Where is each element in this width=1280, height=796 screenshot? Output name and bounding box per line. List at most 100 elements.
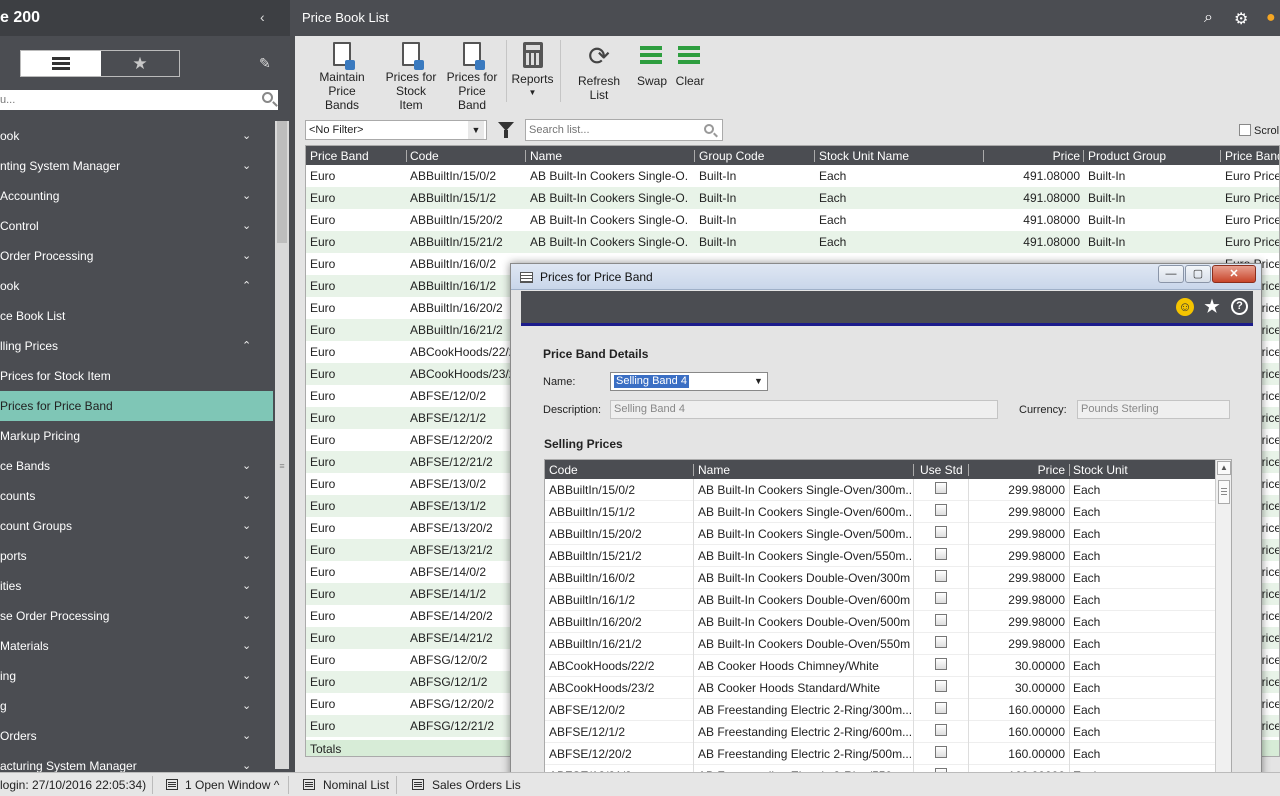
nominal-list-tab[interactable]: Nominal List <box>323 778 389 792</box>
table-row[interactable]: ABCookHoods/22/2 AB Cooker Hoods Chimney/… <box>545 655 1215 677</box>
close-button[interactable]: ✕ <box>1212 265 1256 283</box>
edit-pencil-icon[interactable]: ✎ <box>259 55 271 72</box>
sidebar-item[interactable]: ce Book List <box>0 301 273 331</box>
column-header[interactable]: Code <box>410 149 439 163</box>
column-separator[interactable] <box>694 150 695 162</box>
scroll-checkbox[interactable]: Scrol <box>1239 124 1279 137</box>
chevron-icon[interactable]: ⌄ <box>242 511 251 541</box>
table-row[interactable]: ABFSE/12/20/2 AB Freestanding Electric 2-… <box>545 743 1215 765</box>
column-header[interactable]: Group Code <box>699 149 764 163</box>
menu-view-button[interactable] <box>21 51 101 76</box>
swap-button[interactable]: Swap <box>637 42 667 88</box>
use-std-checkbox[interactable] <box>935 680 947 692</box>
sidebar-item[interactable]: Accounting ⌄ <box>0 181 273 211</box>
column-header[interactable]: Price Band <box>1225 149 1279 163</box>
sidebar-item[interactable]: count Groups ⌄ <box>0 511 273 541</box>
sidebar-item[interactable]: Materials ⌄ <box>0 631 273 661</box>
table-row[interactable]: Euro ABBuiltIn/15/1/2 AB Built-In Cookers … <box>306 187 1279 209</box>
column-separator[interactable] <box>1069 464 1070 476</box>
use-std-checkbox[interactable] <box>935 592 947 604</box>
chevron-down-icon[interactable]: ▼ <box>468 121 484 139</box>
use-std-checkbox[interactable] <box>935 482 947 494</box>
column-header[interactable]: Name <box>530 149 562 163</box>
sidebar-scrollbar[interactable]: ≡ <box>275 121 289 769</box>
favourites-view-button[interactable]: ★ <box>101 51 179 76</box>
column-separator[interactable] <box>1220 150 1221 162</box>
sidebar-item[interactable]: ities ⌄ <box>0 571 273 601</box>
maximize-button[interactable]: ▢ <box>1185 265 1211 283</box>
table-row[interactable]: ABBuiltIn/16/21/2 AB Built-In Cookers Dou… <box>545 633 1215 655</box>
chevron-icon[interactable]: ⌄ <box>242 211 251 241</box>
sidebar-item[interactable]: se Order Processing ⌄ <box>0 601 273 631</box>
sidebar-item[interactable]: ook ⌄ <box>0 121 273 151</box>
chevron-icon[interactable]: ⌄ <box>242 631 251 661</box>
chevron-icon[interactable]: ⌄ <box>242 571 251 601</box>
table-row[interactable]: Euro ABBuiltIn/15/20/2 AB Built-In Cookers… <box>306 209 1279 231</box>
prices-for-price-band-button[interactable]: Prices for Price Band <box>444 42 500 112</box>
table-row[interactable]: Euro ABBuiltIn/15/21/2 AB Built-In Cookers… <box>306 231 1279 253</box>
scrollbar-thumb[interactable] <box>1218 480 1230 504</box>
sidebar-item[interactable]: ing ⌄ <box>0 661 273 691</box>
table-row[interactable]: ABBuiltIn/16/0/2 AB Built-In Cookers Doub… <box>545 567 1215 589</box>
chevron-icon[interactable]: ⌄ <box>242 151 251 181</box>
chevron-icon[interactable]: ⌄ <box>242 451 251 481</box>
chevron-down-icon[interactable]: ▼ <box>751 374 766 389</box>
sidebar-item[interactable]: Markup Pricing <box>0 421 273 451</box>
chevron-icon[interactable]: ⌄ <box>242 601 251 631</box>
sidebar-item[interactable]: Order Processing ⌄ <box>0 241 273 271</box>
use-std-checkbox[interactable] <box>935 636 947 648</box>
sidebar-item[interactable]: ook ⌃ <box>0 271 273 301</box>
prices-for-stock-item-button[interactable]: Prices for Stock Item <box>383 42 439 112</box>
sidebar-item[interactable]: g ⌄ <box>0 691 273 721</box>
sidebar-item[interactable]: counts ⌄ <box>0 481 273 511</box>
column-header[interactable]: Use Std <box>920 463 963 477</box>
sidebar-item[interactable]: nting System Manager ⌄ <box>0 151 273 181</box>
use-std-checkbox[interactable] <box>935 570 947 582</box>
sidebar-search-input[interactable] <box>0 90 250 110</box>
column-header[interactable]: Stock Unit <box>1073 463 1128 477</box>
column-header[interactable]: Price <box>1006 149 1080 163</box>
sales-orders-tab[interactable]: Sales Orders Lis <box>432 778 521 792</box>
use-std-checkbox[interactable] <box>935 548 947 560</box>
chevron-icon[interactable]: ⌄ <box>242 721 251 751</box>
table-row[interactable]: ABBuiltIn/16/1/2 AB Built-In Cookers Doub… <box>545 589 1215 611</box>
vertical-scrollbar[interactable]: ▲ <box>1215 460 1231 795</box>
column-header[interactable]: Name <box>698 463 730 477</box>
chevron-icon[interactable]: ⌄ <box>242 481 251 511</box>
table-row[interactable]: ABFSE/12/0/2 AB Freestanding Electric 2-R… <box>545 699 1215 721</box>
scroll-up-icon[interactable]: ▲ <box>1217 461 1231 475</box>
list-search-input[interactable] <box>526 120 696 140</box>
filter-funnel-icon[interactable] <box>498 122 514 138</box>
chevron-icon[interactable]: ⌃ <box>242 271 251 301</box>
chevron-icon[interactable]: ⌄ <box>242 241 251 271</box>
scrollbar-thumb[interactable] <box>277 121 287 243</box>
chevron-icon[interactable]: ⌄ <box>242 121 251 151</box>
chevron-icon[interactable]: ⌄ <box>242 691 251 721</box>
table-row[interactable]: ABBuiltIn/15/21/2 AB Built-In Cookers Sin… <box>545 545 1215 567</box>
column-separator[interactable] <box>814 150 815 162</box>
use-std-checkbox[interactable] <box>935 702 947 714</box>
minimize-button[interactable]: — <box>1158 265 1184 283</box>
column-separator[interactable] <box>1083 150 1084 162</box>
sidebar-item-active[interactable]: Prices for Price Band <box>0 391 273 421</box>
column-separator[interactable] <box>913 464 914 476</box>
use-std-checkbox[interactable] <box>935 504 947 516</box>
smiley-feedback-icon[interactable]: ☺ <box>1176 298 1194 316</box>
sidebar-item[interactable]: Orders ⌄ <box>0 721 273 751</box>
table-row[interactable]: ABBuiltIn/15/20/2 AB Built-In Cookers Sin… <box>545 523 1215 545</box>
column-separator[interactable] <box>983 150 984 162</box>
column-separator[interactable] <box>525 150 526 162</box>
table-row[interactable]: Euro ABBuiltIn/15/0/2 AB Built-In Cookers … <box>306 165 1279 187</box>
use-std-checkbox[interactable] <box>935 658 947 670</box>
sidebar-item[interactable]: lling Prices ⌃ <box>0 331 273 361</box>
refresh-list-button[interactable]: ⟳ Refresh List <box>568 42 630 102</box>
use-std-checkbox[interactable] <box>935 724 947 736</box>
sidebar-item[interactable]: ce Bands ⌄ <box>0 451 273 481</box>
collapse-sidebar-icon[interactable]: ‹ <box>260 9 265 25</box>
column-separator[interactable] <box>406 150 407 162</box>
maintain-price-bands-button[interactable]: Maintain Price Bands <box>307 42 377 112</box>
chevron-icon[interactable]: ⌄ <box>242 661 251 691</box>
column-header[interactable]: Stock Unit Name <box>819 149 909 163</box>
filter-select[interactable]: <No Filter> ▼ <box>305 120 487 140</box>
table-row[interactable]: ABCookHoods/23/2 AB Cooker Hoods Standard… <box>545 677 1215 699</box>
